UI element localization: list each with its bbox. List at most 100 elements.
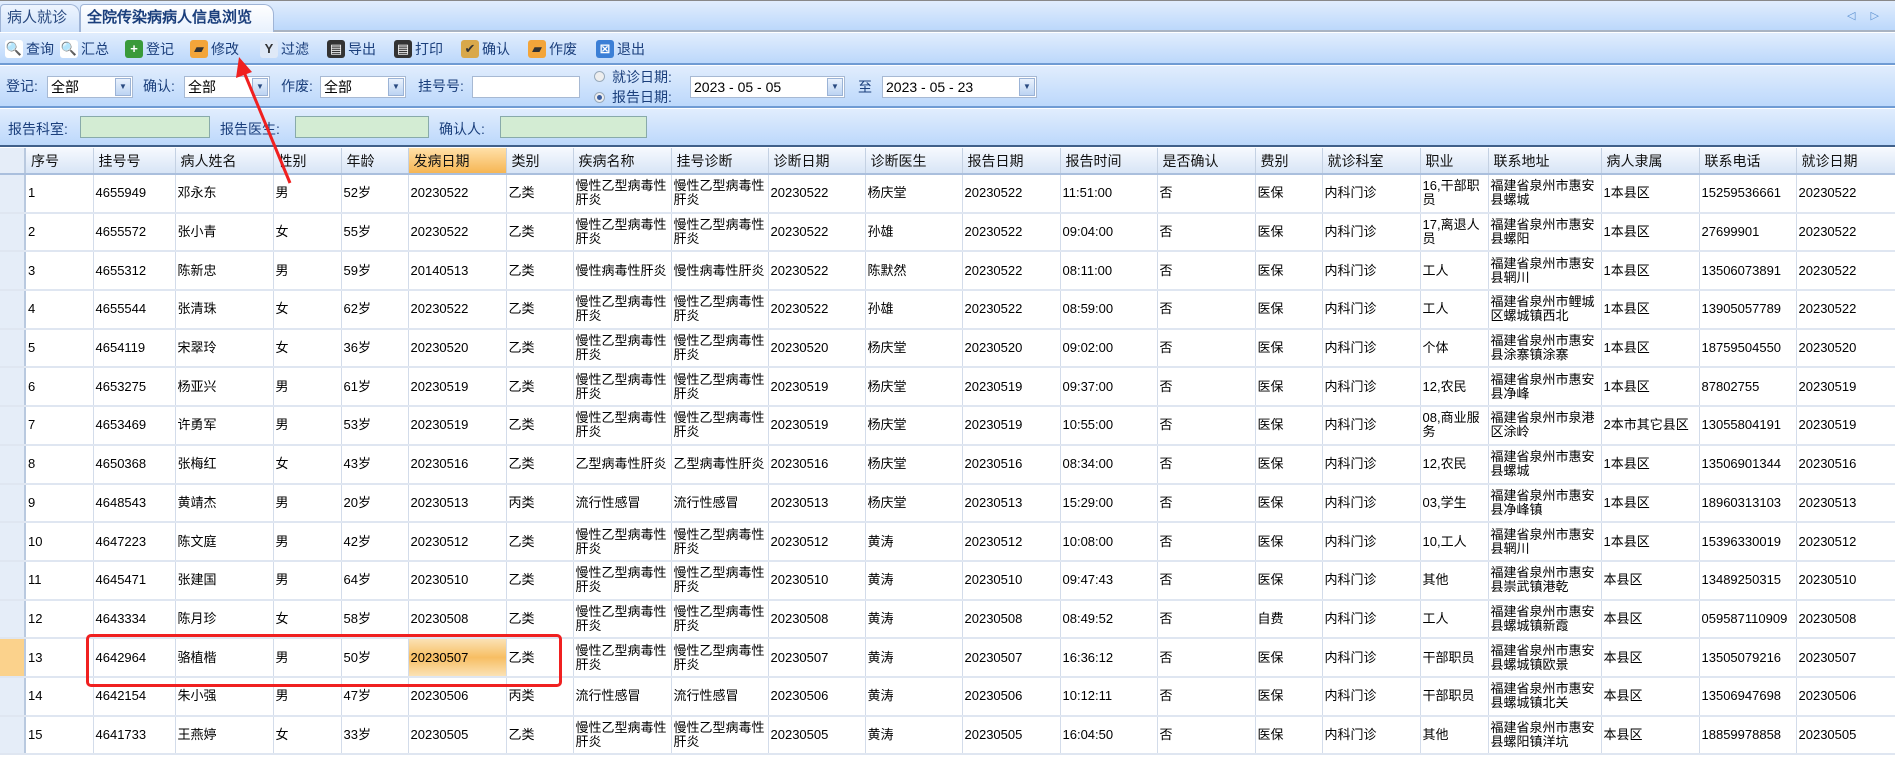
column-header[interactable]: 报告日期 [962,148,1061,175]
table-cell[interactable]: 慢性乙型病毒性肝炎 [671,290,769,330]
table-cell[interactable]: 张小青 [175,212,274,253]
table-cell[interactable]: 慢性乙型病毒性肝炎 [671,328,769,369]
table-cell[interactable]: 黄涛 [865,715,963,756]
table-cell[interactable]: 张清珠 [175,290,274,330]
table-cell[interactable]: 内科门诊 [1322,212,1421,253]
table-cell[interactable]: 20230520 [768,328,866,369]
table-cell[interactable]: 内科门诊 [1322,560,1421,601]
row-header[interactable] [0,251,26,292]
table-cell[interactable]: 20230505 [768,715,866,756]
table-cell[interactable]: 干部职员 [1420,676,1489,717]
table-cell[interactable]: 陈文庭 [175,522,274,562]
table-cell[interactable]: 20230519 [962,367,1061,408]
table-cell[interactable]: 否 [1157,638,1256,678]
table-cell[interactable]: 16,干部职员 [1420,174,1489,214]
table-cell[interactable]: 流行性感冒 [671,483,769,524]
table-cell[interactable]: 男 [273,483,342,524]
table-cell[interactable]: 33岁 [341,715,409,756]
table-cell[interactable]: 20230519 [768,406,866,446]
table-cell[interactable]: 福建省泉州市泉港区涂岭 [1488,406,1602,446]
table-cell[interactable]: 64岁 [341,560,409,601]
table-cell[interactable]: 黄靖杰 [175,483,274,524]
table-cell[interactable]: 59岁 [341,251,409,292]
table-row[interactable]: 7 4653469 许勇军男 53岁 20230519 乙类 慢性乙型病毒性肝炎 慢性乙型病毒… [0,406,1895,446]
table-row[interactable]: 9 4648543 黄靖杰男 20岁 20230513 丙类 流行性感冒 流行性感冒 20230… [0,483,1895,524]
table-cell[interactable]: 女 [273,444,342,485]
table-cell[interactable]: 乙类 [506,174,574,214]
table-cell[interactable]: 黄涛 [865,599,963,640]
table-cell[interactable]: 1本县区 [1601,251,1700,292]
table-cell[interactable]: 11:51:00 [1060,174,1158,214]
table-cell[interactable]: 11 [25,560,94,601]
table-cell[interactable]: 乙类 [506,444,574,485]
table-cell[interactable]: 医保 [1255,560,1323,601]
table-cell[interactable]: 否 [1157,290,1256,330]
table-cell[interactable]: 乙类 [506,290,574,330]
table-cell[interactable]: 20230506 [768,676,866,717]
table-cell[interactable]: 邓永东 [175,174,274,214]
table-cell[interactable]: 4641733 [93,715,176,756]
table-row[interactable]: 1 4655949 邓永东男 52岁 20230522 乙类 慢性乙型病毒性肝炎 慢性乙型病毒… [0,174,1895,214]
column-header[interactable]: 诊断医生 [865,148,963,175]
chevron-down-icon[interactable]: ▼ [388,78,404,96]
table-cell[interactable]: 流行性感冒 [573,483,672,524]
table-cell[interactable]: 福建省泉州市鲤城区螺城镇西北 [1488,290,1602,330]
table-cell[interactable]: 7 [25,406,94,446]
table-cell[interactable]: 慢性乙型病毒性肝炎 [671,174,769,214]
table-cell[interactable]: 20230510 [408,560,507,601]
table-cell[interactable]: 内科门诊 [1322,522,1421,562]
table-cell[interactable]: 本县区 [1601,560,1700,601]
table-cell[interactable]: 乙型病毒性肝炎 [671,444,769,485]
table-cell[interactable]: 男 [273,560,342,601]
table-cell[interactable]: 36岁 [341,328,409,369]
table-cell[interactable]: 4645471 [93,560,176,601]
table-cell[interactable]: 20230512 [1796,522,1895,562]
table-cell[interactable]: 2 [25,212,94,253]
table-cell[interactable]: 4 [25,290,94,330]
table-cell[interactable]: 乙型病毒性肝炎 [573,444,672,485]
table-cell[interactable]: 09:02:00 [1060,328,1158,369]
column-header[interactable]: 性别 [273,148,342,175]
table-cell[interactable]: 17,离退人员 [1420,212,1489,253]
table-cell[interactable]: 20230505 [408,715,507,756]
table-cell[interactable]: 059587110909 [1699,599,1797,640]
table-cell[interactable]: 陈新忠 [175,251,274,292]
table-cell[interactable]: 慢性乙型病毒性肝炎 [671,522,769,562]
table-cell[interactable]: 20230519 [1796,406,1895,446]
table-cell[interactable]: 福建省泉州市惠安县螺城镇欧景 [1488,638,1602,678]
table-cell[interactable]: 20230522 [1796,290,1895,330]
table-cell[interactable]: 4653275 [93,367,176,408]
table-cell[interactable]: 杨庆堂 [865,444,963,485]
row-header[interactable] [0,599,26,640]
table-cell[interactable]: 10:12:11 [1060,676,1158,717]
column-header[interactable]: 就诊日期 [1796,148,1895,175]
table-cell[interactable]: 本县区 [1601,599,1700,640]
table-cell[interactable]: 内科门诊 [1322,406,1421,446]
table-cell[interactable]: 18960313103 [1699,483,1797,524]
table-cell[interactable]: 医保 [1255,290,1323,330]
table-cell[interactable]: 12 [25,599,94,640]
table-cell[interactable]: 乙类 [506,522,574,562]
column-header[interactable]: 诊断日期 [768,148,866,175]
table-cell[interactable]: 20230516 [408,444,507,485]
table-cell[interactable]: 乙类 [506,251,574,292]
table-cell[interactable]: 宋翠玲 [175,328,274,369]
table-cell[interactable]: 慢性乙型病毒性肝炎 [671,367,769,408]
table-cell[interactable]: 20230513 [1796,483,1895,524]
column-header[interactable]: 联系地址 [1488,148,1602,175]
report-doctor-input[interactable] [295,116,429,138]
table-cell[interactable]: 男 [273,367,342,408]
chevron-down-icon[interactable]: ▼ [252,78,268,96]
column-header[interactable]: 类别 [506,148,574,175]
toolbar-button-void[interactable]: ▰ 作废 [528,38,577,60]
toolbar-button-filter[interactable]: Y 过滤 [260,38,309,60]
chevron-down-icon[interactable]: ▼ [1019,78,1035,96]
table-cell[interactable]: 男 [273,406,342,446]
column-header[interactable]: 序号 [25,148,94,175]
table-cell[interactable]: 内科门诊 [1322,367,1421,408]
table-cell[interactable]: 20230508 [768,599,866,640]
table-cell[interactable]: 20230507 [1796,638,1895,678]
table-row[interactable]: 11 4645471 张建国男 64岁 20230510 乙类 慢性乙型病毒性肝炎 慢性乙型病… [0,560,1895,601]
table-cell[interactable]: 内科门诊 [1322,328,1421,369]
table-cell[interactable]: 慢性乙型病毒性肝炎 [573,212,672,253]
